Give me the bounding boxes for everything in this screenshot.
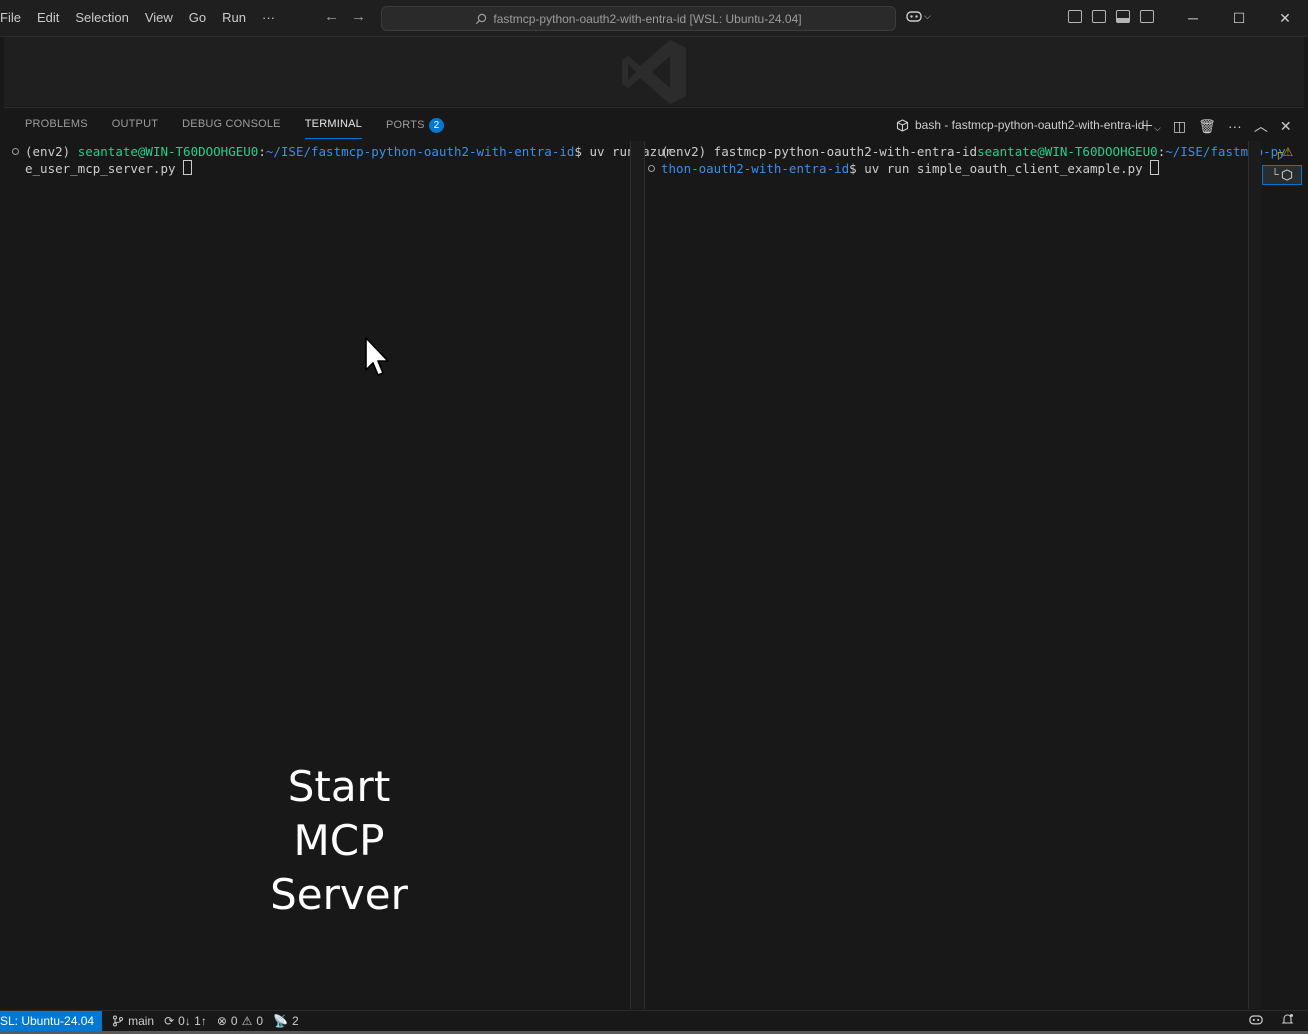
panel-tabs: PROBLEMS OUTPUT DEBUG CONSOLE TERMINAL P…	[25, 118, 445, 139]
prompt-colon: :	[258, 144, 266, 159]
copilot-button[interactable]: ⌵	[906, 9, 931, 23]
minimize-icon[interactable]: ─	[1170, 0, 1216, 36]
git-branch-icon	[113, 1015, 124, 1027]
user-host: seantate@WIN-T60DOOHGEU0	[977, 144, 1158, 159]
command-text: $ uv run simple_oauth_client_example.py	[849, 161, 1151, 176]
sync-counts: 0↓ 1↑	[178, 1014, 207, 1028]
tab-ports[interactable]: PORTS 2	[385, 118, 445, 139]
env-prefix: (env2) fastmcp-python-oauth2-with-entra-…	[661, 144, 978, 159]
overlay-caption-line-1: Start	[287, 762, 391, 811]
menu-edit[interactable]: Edit	[29, 0, 67, 36]
error-count: 0	[230, 1014, 238, 1028]
new-terminal-icon[interactable]: ＋⌵	[1140, 116, 1161, 136]
terminal-list-item-warning[interactable]: ┌⚠	[1274, 145, 1293, 159]
command-center-label: fastmcp-python-oauth2-with-entra-id [WSL…	[493, 11, 802, 26]
broadcast-icon: 📡	[273, 1014, 288, 1028]
overlay-caption: Start MCP Server	[4, 760, 674, 922]
trash-icon[interactable]: 🗑	[1198, 118, 1216, 135]
prompt-path-wrap: thon-oauth2-with-entra-id	[661, 161, 850, 176]
more-actions-icon[interactable]: ···	[1228, 118, 1242, 134]
warning-count: 0	[256, 1014, 264, 1028]
navigation-arrows: ← →	[324, 8, 366, 25]
terminal-right-line-2: thon-oauth2-with-entra-id$ uv run simple…	[644, 160, 1248, 177]
terminal-left-line: (env2) seantate@WIN-T60DOOHGEU0:~/ISE/fa…	[8, 143, 672, 160]
tab-ports-label: PORTS	[385, 119, 425, 131]
panel: PROBLEMS OUTPUT DEBUG CONSOLE TERMINAL P…	[4, 107, 1304, 1010]
sync-icon: ⟳	[164, 1014, 175, 1028]
editor-area	[4, 37, 1304, 106]
tab-debug-console[interactable]: DEBUG CONSOLE	[182, 118, 281, 139]
terminal-cursor	[1150, 160, 1160, 175]
maximize-panel-icon[interactable]: ︿	[1254, 116, 1268, 136]
prompt-path: ~/ISE/fastmcp-python-oauth2-with-entra-i…	[265, 144, 575, 159]
error-icon: ⊗	[216, 1014, 227, 1028]
ports-status-count: 2	[292, 1014, 299, 1028]
terminal-scrollbar[interactable]	[1248, 141, 1261, 1009]
ports-status[interactable]: 📡 2	[273, 1014, 299, 1028]
command-decoration-icon	[12, 148, 19, 155]
customize-layout-icon[interactable]	[1068, 10, 1082, 23]
terminal-cursor	[183, 160, 193, 175]
terminal-profile-icon	[1281, 169, 1293, 181]
terminal-list-item-active[interactable]: └	[1262, 165, 1302, 185]
toggle-panel-icon[interactable]	[1116, 10, 1130, 23]
terminal-right[interactable]: (env2) fastmcp-python-oauth2-with-entra-…	[644, 141, 1286, 1009]
back-arrow-icon[interactable]: ←	[324, 8, 339, 25]
status-bar: SL: Ubuntu-24.04 main ⟳ 0↓ 1↑ ⊗ 0 ⚠ 0 📡 …	[0, 1010, 1308, 1031]
tab-output[interactable]: OUTPUT	[112, 118, 158, 139]
terminal-profile-icon	[896, 118, 909, 132]
overlay-caption-line-3: Server	[270, 870, 408, 919]
tab-problems[interactable]: PROBLEMS	[25, 118, 88, 139]
menu-file[interactable]: File	[0, 0, 29, 36]
command-text-wrap: e_user_mcp_server.py	[25, 161, 184, 176]
menu-more[interactable]: ···	[254, 0, 283, 36]
split-terminal-icon[interactable]: ◫	[1173, 118, 1186, 135]
vscode-logo-icon	[622, 39, 686, 104]
tab-terminal[interactable]: TERMINAL	[304, 118, 362, 139]
menu-run[interactable]: Run	[214, 0, 254, 36]
copilot-icon	[906, 11, 922, 22]
close-window-icon[interactable]: ✕	[1262, 0, 1308, 36]
copilot-status-icon[interactable]	[1249, 1013, 1263, 1026]
chevron-down-icon: ⌵	[924, 10, 931, 21]
title-bar: File Edit Selection View Go Run ··· ← → …	[0, 0, 1308, 37]
user-host: seantate@WIN-T60DOOHGEU0	[77, 144, 259, 159]
ports-count-badge: 2	[428, 118, 445, 133]
remote-indicator[interactable]: SL: Ubuntu-24.04	[0, 1011, 103, 1031]
command-center[interactable]: fastmcp-python-oauth2-with-entra-id [WSL…	[381, 6, 896, 31]
menu-go[interactable]: Go	[181, 0, 214, 36]
branch-status[interactable]: main	[112, 1014, 154, 1028]
branch-name: main	[128, 1014, 155, 1028]
toggle-primary-sidebar-icon[interactable]	[1092, 10, 1106, 23]
terminal-tabs-list: ┌⚠ └	[1262, 141, 1304, 1009]
problems-status[interactable]: ⊗ 0 ⚠ 0	[217, 1014, 263, 1028]
overlay-caption-line-2: MCP	[293, 816, 385, 865]
terminal-left-line-2: e_user_mcp_server.py	[8, 160, 630, 177]
maximize-icon[interactable]: ☐	[1216, 0, 1262, 36]
menu-selection[interactable]: Selection	[67, 0, 136, 36]
close-panel-icon[interactable]: ✕	[1280, 118, 1292, 135]
status-right-items	[1249, 1013, 1294, 1026]
env-prefix: (env2)	[25, 144, 78, 159]
menu-view[interactable]: View	[137, 0, 181, 36]
forward-arrow-icon[interactable]: →	[351, 8, 366, 25]
terminal-right-line: (env2) fastmcp-python-oauth2-with-entra-…	[644, 143, 1286, 160]
layout-controls	[1068, 10, 1154, 23]
panel-actions: ＋⌵ ◫ 🗑 ··· ︿ ✕	[1140, 116, 1292, 136]
warning-icon: ⚠	[241, 1014, 253, 1028]
command-decoration-icon	[648, 165, 655, 172]
search-icon	[476, 13, 487, 24]
toggle-secondary-sidebar-icon[interactable]	[1140, 10, 1154, 23]
mouse-pointer-icon	[365, 337, 389, 376]
sync-status[interactable]: ⟳ 0↓ 1↑	[164, 1014, 207, 1028]
terminal-title-label: bash - fastmcp-python-oauth2-with-entra-…	[915, 118, 1145, 132]
window-controls: ─ ☐ ✕	[1170, 0, 1308, 36]
notifications-bell-icon[interactable]	[1281, 1013, 1294, 1026]
menu-bar: File Edit Selection View Go Run ···	[0, 0, 283, 36]
terminal-title[interactable]: bash - fastmcp-python-oauth2-with-entra-…	[896, 118, 1144, 132]
